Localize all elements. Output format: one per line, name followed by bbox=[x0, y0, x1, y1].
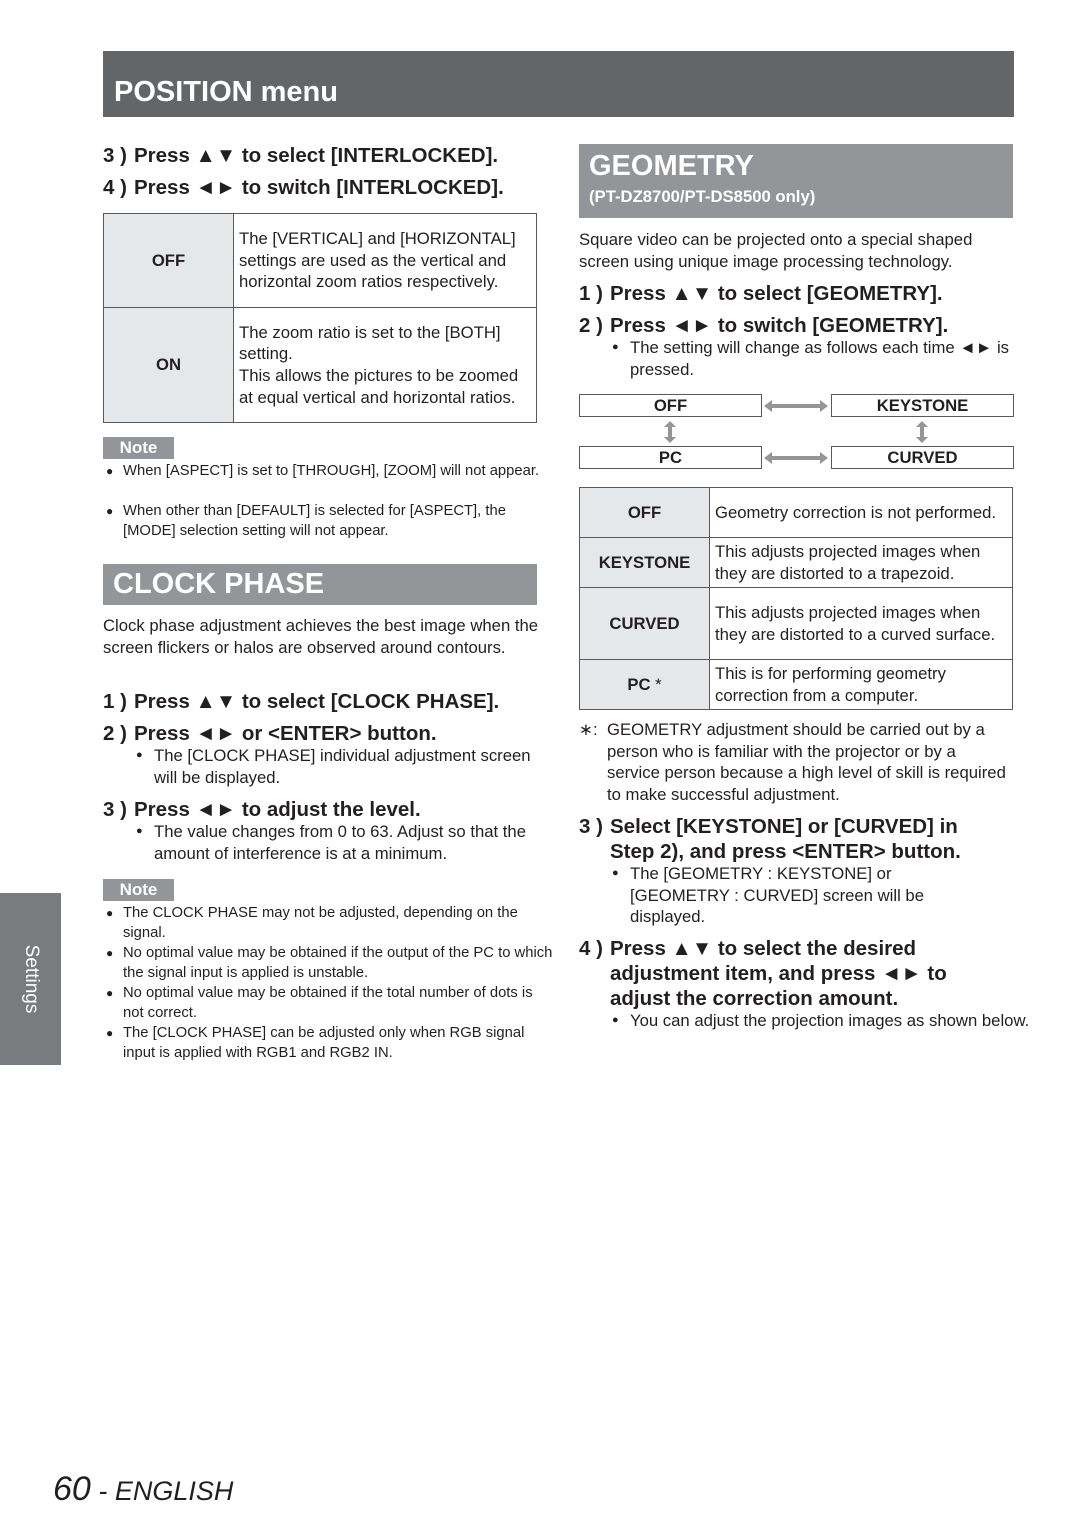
clock-phase-step-3: 3 ) Press ◄► to adjust the level. bbox=[103, 798, 421, 821]
geometry-step-2-bullet: The setting will change as follows each … bbox=[612, 337, 1010, 380]
option-description: Geometry correction is not performed. bbox=[709, 487, 1013, 538]
footnote-mark: ∗: bbox=[579, 720, 598, 739]
geometry-heading: GEOMETRY (PT-DZ8700/PT-DS8500 only) bbox=[579, 144, 1013, 218]
page-number: 60 bbox=[53, 1470, 91, 1508]
clock-phase-step-2-bullet: The [CLOCK PHASE] individual adjustment … bbox=[136, 745, 544, 788]
interlocked-step-4: 4 ) Press ◄► to switch [INTERLOCKED]. bbox=[103, 176, 504, 199]
footer-language: ENGLISH bbox=[114, 1476, 234, 1506]
flow-box-keystone: KEYSTONE bbox=[831, 394, 1014, 417]
option-key: CURVED bbox=[579, 587, 710, 660]
geometry-step-3-bullet: The [GEOMETRY : KEYSTONE] or [GEOMETRY :… bbox=[612, 863, 990, 928]
note-item: No optimal value may be obtained if the … bbox=[103, 983, 553, 1023]
note-label: Note bbox=[103, 879, 174, 901]
side-tab-label: Settings bbox=[20, 944, 42, 1014]
interlocked-options-table: OFF The [VERTICAL] and [HORIZONTAL] sett… bbox=[103, 213, 537, 423]
geometry-footnote: GEOMETRY adjustment should be carried ou… bbox=[607, 720, 1006, 804]
clock-phase-step-1: 1 ) Press ▲▼ to select [CLOCK PHASE]. bbox=[103, 690, 500, 713]
clock-phase-step-2: 2 ) Press ◄► or <ENTER> button. bbox=[103, 722, 437, 745]
table-row: CURVED This adjusts projected images whe… bbox=[579, 587, 1013, 660]
option-description: This adjusts projected images when they … bbox=[709, 587, 1013, 660]
geometry-step-2: 2 ) Press ◄► to switch [GEOMETRY]. bbox=[579, 314, 949, 337]
option-key: OFF bbox=[579, 487, 710, 538]
clock-phase-heading: CLOCK PHASE bbox=[103, 564, 537, 605]
menu-title: POSITION menu bbox=[114, 76, 338, 108]
note-item: No optimal value may be obtained if the … bbox=[103, 943, 553, 983]
table-row: PC * This is for performing geometry cor… bbox=[579, 659, 1013, 710]
page-footer: 60 - ENGLISH bbox=[53, 1470, 233, 1509]
flow-box-off: OFF bbox=[579, 394, 762, 417]
double-arrow-horizontal-icon bbox=[764, 452, 828, 464]
option-description: The zoom ratio is set to the [BOTH] sett… bbox=[233, 307, 537, 423]
option-description: The [VERTICAL] and [HORIZONTAL] settings… bbox=[233, 213, 537, 308]
table-row: OFF Geometry correction is not performed… bbox=[579, 487, 1013, 538]
settings-side-tab: Settings bbox=[0, 893, 61, 1065]
clock-phase-intro: Clock phase adjustment achieves the best… bbox=[103, 616, 539, 657]
option-key: KEYSTONE bbox=[579, 537, 710, 588]
note-item: The [CLOCK PHASE] can be adjusted only w… bbox=[103, 1023, 553, 1063]
double-arrow-vertical-icon bbox=[664, 421, 676, 443]
geometry-step-3: 3 ) Select [KEYSTONE] or [CURVED] in Step… bbox=[579, 815, 961, 863]
footnote-marker: * bbox=[655, 674, 662, 694]
geometry-step-4-bullet: You can adjust the projection images as … bbox=[612, 1010, 1030, 1032]
footer-separator: - bbox=[90, 1476, 115, 1506]
table-row: OFF The [VERTICAL] and [HORIZONTAL] sett… bbox=[103, 213, 537, 308]
double-arrow-horizontal-icon bbox=[764, 400, 828, 412]
note-item: When [ASPECT] is set to [THROUGH], [ZOOM… bbox=[103, 461, 553, 481]
note-item: The CLOCK PHASE may not be adjusted, dep… bbox=[103, 903, 553, 943]
interlocked-step-3: 3 ) Press ▲▼ to select [INTERLOCKED]. bbox=[103, 144, 499, 167]
option-description: This is for performing geometry correcti… bbox=[709, 659, 1013, 710]
geometry-options-table: OFF Geometry correction is not performed… bbox=[579, 487, 1013, 710]
table-row: KEYSTONE This adjusts projected images w… bbox=[579, 537, 1013, 588]
geometry-step-4: 4 ) Press ▲▼ to select the desired adjust… bbox=[579, 937, 947, 1010]
geometry-title: GEOMETRY bbox=[589, 150, 754, 182]
geometry-step-1: 1 ) Press ▲▼ to select [GEOMETRY]. bbox=[579, 282, 943, 305]
geometry-intro: Square video can be projected onto a spe… bbox=[579, 230, 973, 271]
double-arrow-vertical-icon bbox=[916, 421, 928, 443]
option-key: OFF bbox=[103, 213, 234, 308]
clock-phase-step-3-bullet: The value changes from 0 to 63. Adjust s… bbox=[136, 821, 554, 864]
note-item: When other than [DEFAULT] is selected fo… bbox=[103, 501, 553, 541]
option-key: PC * bbox=[579, 659, 710, 710]
option-description: This adjusts projected images when they … bbox=[709, 537, 1013, 588]
geometry-subtitle: (PT-DZ8700/PT-DS8500 only) bbox=[589, 187, 816, 206]
menu-title-bar: POSITION menu bbox=[103, 51, 1014, 117]
table-row: ON The zoom ratio is set to the [BOTH] s… bbox=[103, 307, 537, 423]
note-label: Note bbox=[103, 437, 174, 459]
flow-box-pc: PC bbox=[579, 446, 762, 469]
flow-box-curved: CURVED bbox=[831, 446, 1014, 469]
option-key: ON bbox=[103, 307, 234, 423]
